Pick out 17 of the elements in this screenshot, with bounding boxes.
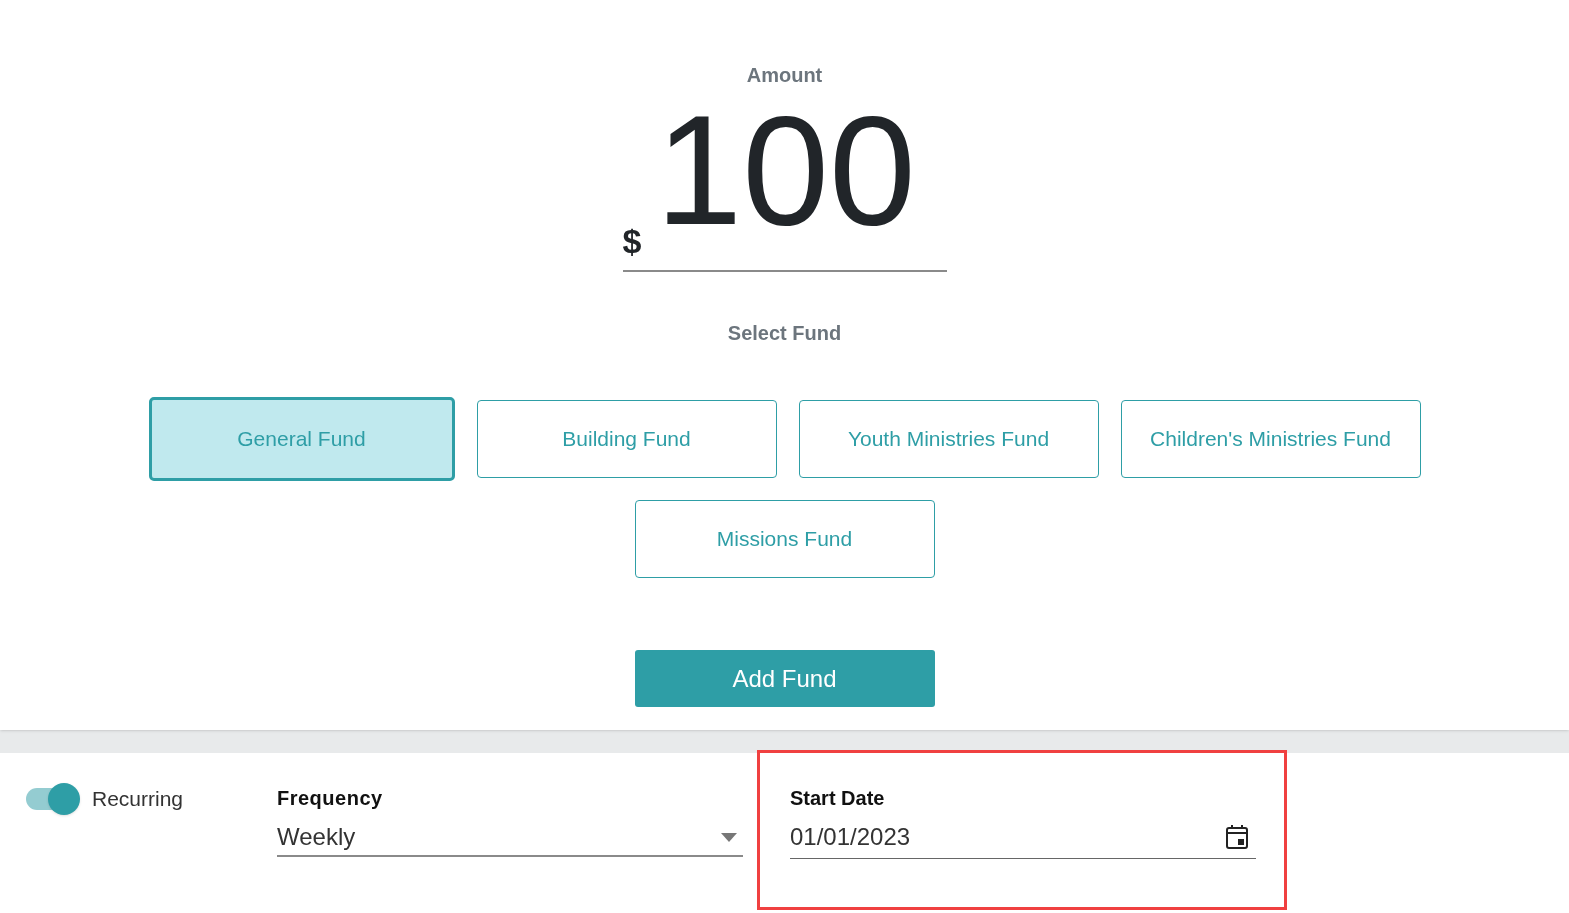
start-date-field[interactable]: Start Date 01/01/2023 [790, 783, 1256, 859]
dropdown-arrow-icon [721, 832, 737, 842]
calendar-icon [1226, 825, 1248, 849]
recurring-label: Recurring [92, 786, 184, 813]
frequency-select[interactable]: Frequency Weekly [277, 783, 743, 857]
fund-option[interactable]: General Fund [148, 397, 455, 481]
select-fund-label: Select Fund [727, 321, 842, 346]
amount-label: Amount [746, 63, 823, 88]
currency-symbol: $ [622, 224, 642, 258]
fund-option[interactable]: Missions Fund [634, 500, 935, 578]
fund-option[interactable]: Youth Ministries Fund [798, 400, 1099, 478]
recurring-toggle[interactable] [26, 783, 80, 815]
amount-field[interactable]: $100 [622, 92, 947, 272]
amount-value: 100 [655, 92, 916, 248]
add-fund-button[interactable]: Add Fund [634, 650, 935, 707]
fund-option[interactable]: Building Fund [476, 400, 777, 478]
fund-option[interactable]: Children's Ministries Fund [1120, 400, 1421, 478]
